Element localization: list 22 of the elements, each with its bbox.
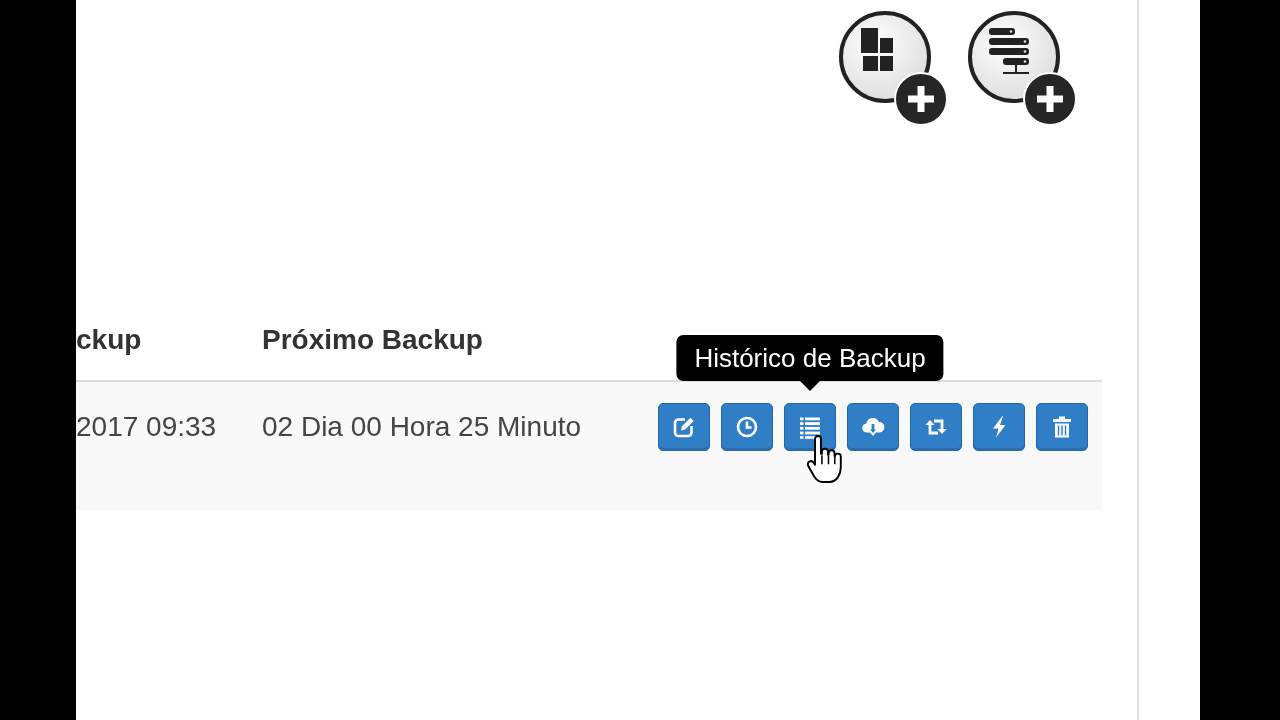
edit-button[interactable]: [658, 403, 710, 451]
column-header: Próximo Backup: [262, 324, 483, 355]
tooltip: Histórico de Backup: [676, 335, 944, 381]
trash-icon: [1050, 415, 1074, 439]
history-button[interactable]: [784, 403, 836, 451]
add-blocks-button[interactable]: [838, 10, 948, 126]
server-plus-icon: [967, 10, 1077, 126]
blocks-plus-icon: [838, 10, 948, 126]
add-server-button[interactable]: [967, 10, 1077, 126]
pencil-square-icon: [672, 415, 696, 439]
sync-button[interactable]: [910, 403, 962, 451]
schedule-button[interactable]: [721, 403, 773, 451]
list-icon: [798, 415, 822, 439]
run-button[interactable]: [973, 403, 1025, 451]
column-header: ckup: [76, 324, 142, 355]
clock-icon: [735, 415, 759, 439]
download-button[interactable]: [847, 403, 899, 451]
hand-cursor-icon: [806, 433, 842, 485]
table-cell-text: 02 Dia 00 Hora 25 Minuto: [262, 410, 582, 444]
delete-button[interactable]: [1036, 403, 1088, 451]
tooltip-pointer-icon: [800, 381, 820, 391]
table-cell-text: 2017 09:33: [76, 410, 217, 444]
